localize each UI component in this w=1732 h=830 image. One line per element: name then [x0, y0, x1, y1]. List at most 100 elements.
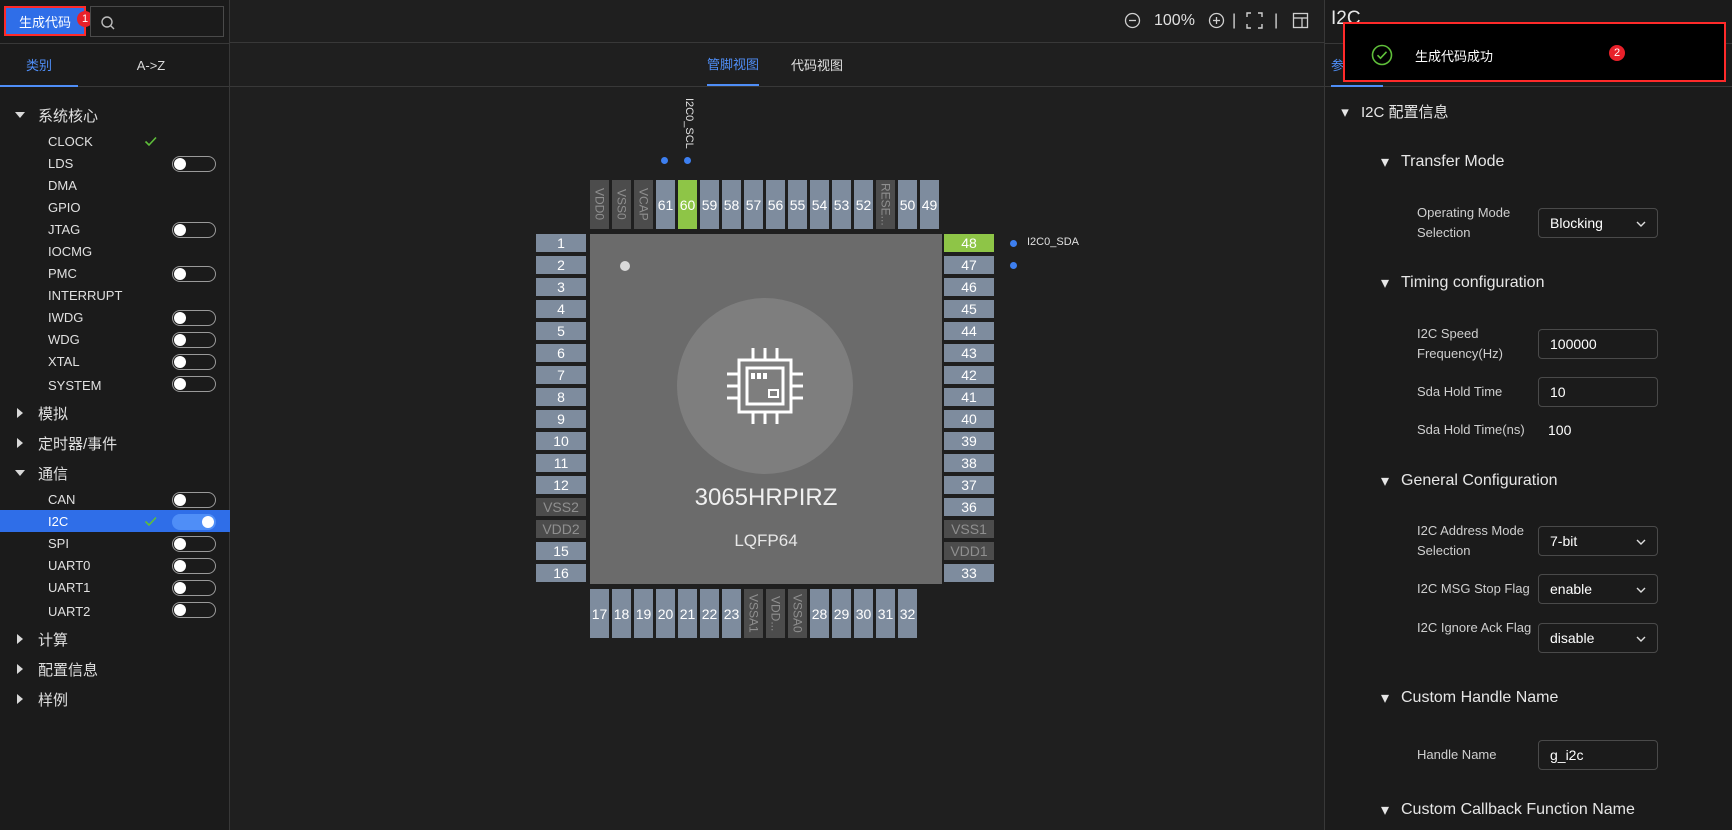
stop-flag-select[interactable]: enable: [1538, 574, 1658, 604]
pin-right[interactable]: VDD1: [944, 542, 994, 560]
tree-item[interactable]: I2C: [0, 510, 230, 532]
pin-top[interactable]: VDD0: [590, 180, 609, 229]
tree-item[interactable]: SPI: [0, 532, 230, 554]
pin-right[interactable]: 44: [944, 322, 994, 340]
pin-bottom[interactable]: 31: [876, 589, 895, 638]
tree-item[interactable]: IWDG: [0, 306, 230, 328]
enable-toggle[interactable]: [172, 514, 216, 530]
enable-toggle[interactable]: [172, 492, 216, 508]
pin-top[interactable]: 60: [678, 180, 697, 229]
tree-item[interactable]: DMA: [0, 174, 230, 196]
caret-right-icon[interactable]: [15, 408, 25, 418]
pin-left[interactable]: VDD2: [536, 520, 586, 538]
pin-top[interactable]: 55: [788, 180, 807, 229]
pin-bottom[interactable]: 32: [898, 589, 917, 638]
pin-bottom[interactable]: VDD...: [766, 589, 785, 638]
tree-item[interactable]: LDS: [0, 152, 230, 174]
tree-item[interactable]: UART1: [0, 576, 230, 598]
pin-bottom[interactable]: VSSA1: [744, 589, 763, 638]
pin-top[interactable]: 56: [766, 180, 785, 229]
tree-item[interactable]: GPIO: [0, 196, 230, 218]
pin-left[interactable]: 8: [536, 388, 586, 406]
caret-right-icon[interactable]: [15, 694, 25, 704]
pin-right[interactable]: 36: [944, 498, 994, 516]
pin-right[interactable]: 45: [944, 300, 994, 318]
pin-top[interactable]: 53: [832, 180, 851, 229]
pin-left[interactable]: 10: [536, 432, 586, 450]
fit-screen-icon[interactable]: [1246, 12, 1263, 29]
pin-top[interactable]: RESE...: [876, 180, 895, 229]
tree-group[interactable]: 样例: [0, 684, 230, 714]
pin-bottom[interactable]: 30: [854, 589, 873, 638]
pin-left[interactable]: 11: [536, 454, 586, 472]
tab-category[interactable]: 类别: [0, 44, 78, 87]
section-timing[interactable]: ▾ Timing configuration: [1379, 273, 1545, 293]
tree-group[interactable]: 定时器/事件: [0, 428, 230, 458]
section-general[interactable]: ▾ General Configuration: [1379, 471, 1558, 491]
pin-right[interactable]: 46: [944, 278, 994, 296]
section-handle[interactable]: ▾ Custom Handle Name: [1379, 688, 1558, 708]
tab-a-z[interactable]: A->Z: [112, 44, 190, 87]
pin-bottom[interactable]: 19: [634, 589, 653, 638]
pin-left[interactable]: 16: [536, 564, 586, 582]
pin-left[interactable]: 9: [536, 410, 586, 428]
tree-item[interactable]: INTERRUPT: [0, 284, 230, 306]
tree-item[interactable]: CLOCK: [0, 130, 230, 152]
pin-top[interactable]: VSS0: [612, 180, 631, 229]
caret-right-icon[interactable]: [15, 634, 25, 644]
section-transfer-mode[interactable]: ▾ Transfer Mode: [1379, 152, 1504, 172]
pin-bottom[interactable]: 23: [722, 589, 741, 638]
tree-item[interactable]: XTAL: [0, 350, 230, 372]
enable-toggle[interactable]: [172, 354, 216, 370]
pin-top[interactable]: 58: [722, 180, 741, 229]
pin-bottom[interactable]: 17: [590, 589, 609, 638]
caret-right-icon[interactable]: [15, 664, 25, 674]
enable-toggle[interactable]: [172, 536, 216, 552]
pin-right[interactable]: 33: [944, 564, 994, 582]
tree-item[interactable]: IOCMG: [0, 240, 230, 262]
pin-bottom[interactable]: 18: [612, 589, 631, 638]
pin-left[interactable]: 12: [536, 476, 586, 494]
enable-toggle[interactable]: [172, 580, 216, 596]
tree-group[interactable]: 模拟: [0, 398, 230, 428]
pin-left[interactable]: 2: [536, 256, 586, 274]
tree-group[interactable]: 计算: [0, 624, 230, 654]
tab-pin-view[interactable]: 管脚视图: [707, 43, 760, 86]
ignore-ack-select[interactable]: disable: [1538, 623, 1658, 653]
enable-toggle[interactable]: [172, 602, 216, 618]
pin-right[interactable]: 40: [944, 410, 994, 428]
tree-item[interactable]: UART0: [0, 554, 230, 576]
pin-top[interactable]: 52: [854, 180, 873, 229]
section-callback[interactable]: ▾ Custom Callback Function Name: [1379, 800, 1635, 820]
pin-left[interactable]: 5: [536, 322, 586, 340]
pin-right[interactable]: 38: [944, 454, 994, 472]
speed-input[interactable]: 100000: [1538, 329, 1658, 359]
caret-down-icon[interactable]: [15, 110, 25, 120]
pin-bottom[interactable]: 28: [810, 589, 829, 638]
tree-group[interactable]: 通信: [0, 458, 230, 488]
pin-bottom[interactable]: VSSA0: [788, 589, 807, 638]
enable-toggle[interactable]: [172, 266, 216, 282]
pin-top[interactable]: 50: [898, 180, 917, 229]
enable-toggle[interactable]: [172, 156, 216, 172]
tree-item[interactable]: UART2: [0, 598, 230, 624]
pin-right[interactable]: 43: [944, 344, 994, 362]
zoom-out-icon[interactable]: [1124, 12, 1141, 29]
zoom-in-icon[interactable]: [1208, 12, 1225, 29]
caret-right-icon[interactable]: [15, 438, 25, 448]
pin-top[interactable]: 54: [810, 180, 829, 229]
pin-top[interactable]: 57: [744, 180, 763, 229]
pin-top[interactable]: VCAP: [634, 180, 653, 229]
tree-item[interactable]: SYSTEM: [0, 372, 230, 398]
tab-code-view[interactable]: 代码视图: [791, 43, 843, 86]
panel-layout-icon[interactable]: [1292, 12, 1309, 29]
tree-item[interactable]: CAN: [0, 488, 230, 510]
sda-hold-input[interactable]: 10: [1538, 377, 1658, 407]
pin-left[interactable]: 4: [536, 300, 586, 318]
pin-left[interactable]: 15: [536, 542, 586, 560]
pin-bottom[interactable]: 20: [656, 589, 675, 638]
pin-right[interactable]: 47: [944, 256, 994, 274]
pin-bottom[interactable]: 22: [700, 589, 719, 638]
section-i2c-config[interactable]: ▾ I2C 配置信息: [1339, 101, 1448, 122]
caret-down-icon[interactable]: [15, 468, 25, 478]
